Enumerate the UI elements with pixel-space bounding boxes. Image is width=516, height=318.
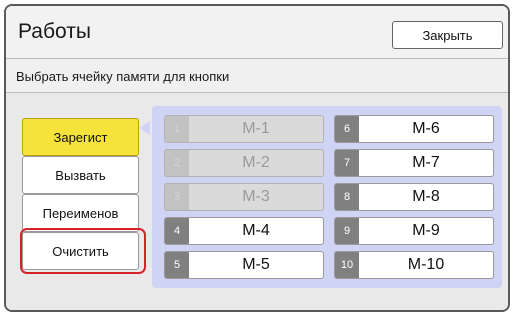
memory-slot-6[interactable]: 6 M-6 — [334, 115, 494, 143]
title-bar: Работы Закрыть — [6, 6, 508, 59]
slot-number: 8 — [335, 184, 359, 210]
slot-name: M-10 — [407, 256, 445, 273]
slot-name: M-1 — [242, 120, 270, 137]
slot-name: M-9 — [412, 222, 440, 239]
slot-number: 4 — [165, 218, 189, 244]
slot-number: 5 — [165, 252, 189, 278]
memory-slot-panel: 1 M-1 2 M-2 3 M-3 4 M-4 5 M-5 6 M-6 7 M-… — [152, 106, 502, 288]
slot-name: M-7 — [412, 154, 440, 171]
register-button[interactable]: Зарегист — [22, 118, 139, 156]
slot-number: 2 — [165, 150, 189, 176]
memory-slot-2: 2 M-2 — [164, 149, 324, 177]
memory-slot-9[interactable]: 9 M-9 — [334, 217, 494, 245]
slot-name: M-2 — [242, 154, 270, 171]
memory-slot-3: 3 M-3 — [164, 183, 324, 211]
slot-number: 9 — [335, 218, 359, 244]
memory-slot-7[interactable]: 7 M-7 — [334, 149, 494, 177]
slot-number: 10 — [335, 252, 359, 278]
slot-name: M-5 — [242, 256, 270, 273]
selection-pointer-icon — [139, 121, 150, 135]
slot-number: 1 — [165, 116, 189, 142]
memory-slot-4[interactable]: 4 M-4 — [164, 217, 324, 245]
recall-button[interactable]: Вызвать — [22, 156, 139, 194]
memory-slot-5[interactable]: 5 M-5 — [164, 251, 324, 279]
slot-number: 3 — [165, 184, 189, 210]
rename-button[interactable]: Переименов — [22, 194, 139, 232]
slot-number: 6 — [335, 116, 359, 142]
clear-button-highlight — [20, 228, 146, 274]
instruction-text: Выбрать ячейку памяти для кнопки — [16, 69, 230, 84]
slot-number: 7 — [335, 150, 359, 176]
slot-name: M-3 — [242, 188, 270, 205]
memory-slot-8[interactable]: 8 M-8 — [334, 183, 494, 211]
dialog-title: Работы — [18, 20, 91, 43]
jobs-dialog: Работы Закрыть Выбрать ячейку памяти для… — [4, 4, 510, 312]
memory-slot-10[interactable]: 10 M-10 — [334, 251, 494, 279]
main-area: Зарегист Вызвать Переименов Очистить 1 M… — [6, 93, 508, 310]
slot-name: M-4 — [242, 222, 270, 239]
close-button[interactable]: Закрыть — [392, 21, 503, 49]
slot-name: M-6 — [412, 120, 440, 137]
memory-slot-1: 1 M-1 — [164, 115, 324, 143]
slot-name: M-8 — [412, 188, 440, 205]
